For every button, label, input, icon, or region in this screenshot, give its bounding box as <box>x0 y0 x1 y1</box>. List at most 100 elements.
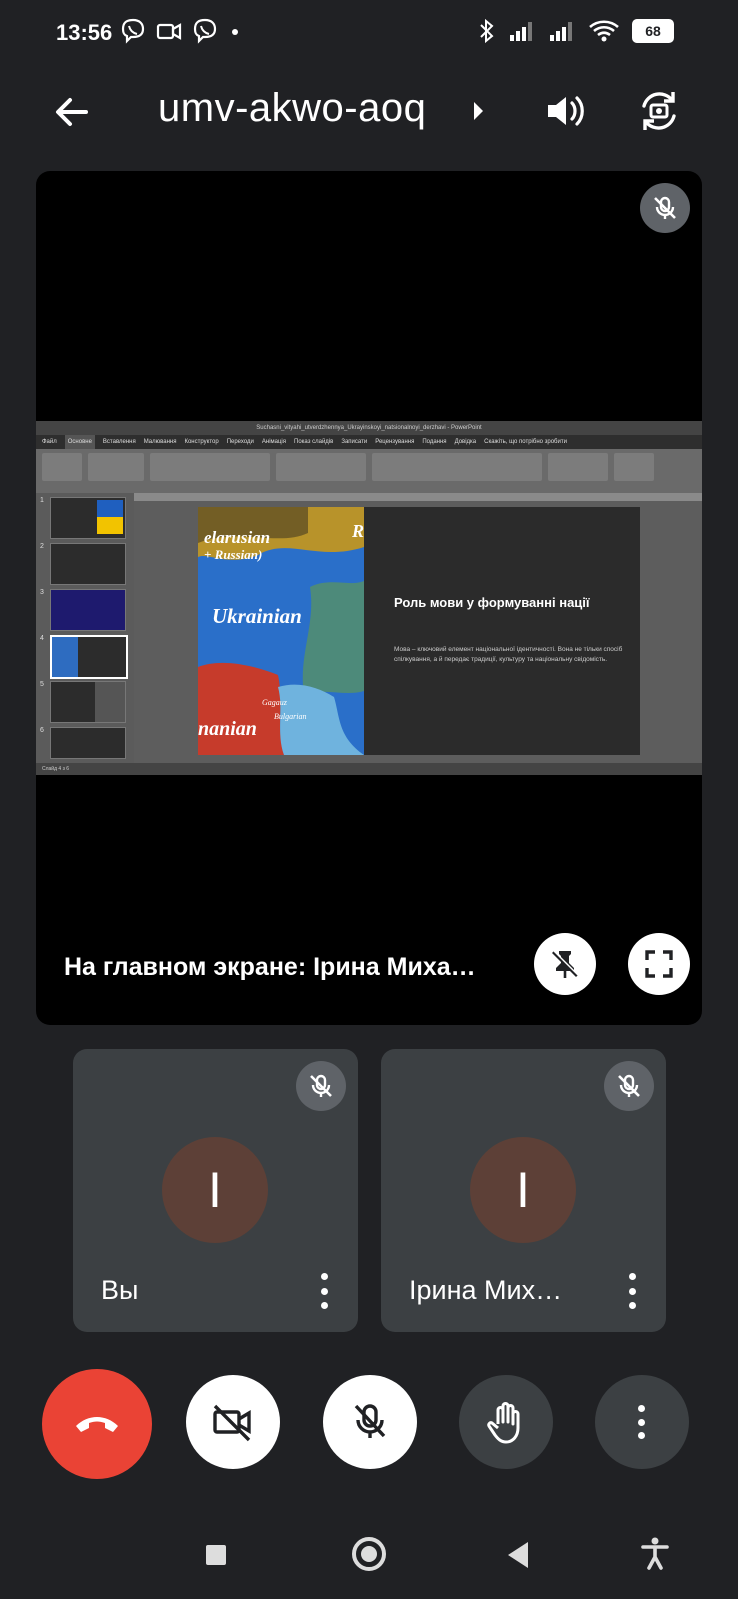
dot-icon <box>232 29 238 35</box>
thumb-number: 3 <box>40 589 44 596</box>
phone-end-icon <box>76 1417 118 1432</box>
ribbon-group <box>88 453 144 481</box>
ppt-slide-thumbnails: 1 2 3 4 5 6 <box>36 493 134 763</box>
mic-toggle-button[interactable] <box>323 1375 417 1469</box>
ppt-tab: Вставлення <box>102 439 136 445</box>
ppt-tab: Довідка <box>454 439 477 445</box>
main-stage[interactable]: Suchasni_vityahi_utverdzhennya_Ukrayinsk… <box>36 171 702 1025</box>
participant-tile-iryna[interactable]: I Ірина Мих… <box>381 1049 666 1332</box>
slide-thumbnail-active <box>50 635 128 679</box>
thumb-map <box>52 637 78 677</box>
system-nav-bar <box>0 1520 738 1599</box>
avatar: I <box>470 1137 576 1243</box>
viber-icon <box>193 18 217 44</box>
shared-screen: Suchasni_vityahi_utverdzhennya_Ukrayinsk… <box>36 421 702 775</box>
back-icon[interactable] <box>508 1542 528 1568</box>
avatar: I <box>162 1137 268 1243</box>
ribbon-group <box>150 453 270 481</box>
mic-muted-indicator <box>604 1061 654 1111</box>
slide-title: Роль мови у формуванні нації <box>394 595 590 610</box>
ribbon-group <box>276 453 366 481</box>
status-system-icons: 68 <box>478 18 674 44</box>
map-label: + Russian) <box>204 547 262 562</box>
ppt-tab: Переходи <box>226 439 254 445</box>
more-vert-icon <box>638 1405 646 1439</box>
viber-icon <box>121 18 145 44</box>
battery-icon: 68 <box>632 19 674 43</box>
map-label: R <box>351 521 364 541</box>
more-vert-icon[interactable] <box>314 1273 334 1309</box>
meeting-top-bar: umv-akwo-aoq <box>0 70 738 154</box>
mic-muted-indicator <box>296 1061 346 1111</box>
ppt-tab: Рецензування <box>375 439 415 445</box>
slide-thumbnail <box>50 727 126 759</box>
ppt-status-bar: Слайд 4 з 6 <box>36 763 702 775</box>
thumb-number: 4 <box>40 635 44 642</box>
arrow-left-icon[interactable] <box>50 90 94 134</box>
slide-thumbnail <box>50 497 126 539</box>
ppt-tab: Подання <box>422 439 447 445</box>
ppt-window-title: Suchasni_vityahi_utverdzhennya_Ukrayinsk… <box>36 421 702 435</box>
camera-off-icon <box>213 1404 251 1442</box>
slide-thumbnail <box>50 543 126 585</box>
map-label: Gagauz <box>262 698 288 707</box>
map-label: elarusian <box>204 528 270 547</box>
ppt-ruler <box>134 493 702 501</box>
wifi-icon <box>589 20 619 42</box>
map-label: nanian <box>198 718 257 740</box>
ribbon-group <box>614 453 654 481</box>
participant-tile-you[interactable]: I Вы <box>73 1049 358 1332</box>
camera-toggle-button[interactable] <box>186 1375 280 1469</box>
thumb-number: 6 <box>40 727 44 734</box>
ppt-tab: Конструктор <box>184 439 219 445</box>
ppt-tab: Записати <box>341 439 368 445</box>
bluetooth-icon <box>480 18 494 44</box>
volume-icon[interactable] <box>540 86 590 136</box>
fullscreen-icon <box>645 950 673 978</box>
home-icon[interactable] <box>352 1537 386 1571</box>
ppt-ribbon-tabs: Файл Основне Вставлення Малювання Констр… <box>36 435 702 449</box>
raise-hand-icon <box>487 1402 520 1444</box>
accessibility-icon[interactable] <box>640 1536 670 1570</box>
current-slide: elarusian + Russian) Ukrainian nanian Ga… <box>198 507 640 755</box>
ppt-tab: Основне <box>64 435 95 449</box>
raise-hand-button[interactable] <box>459 1375 553 1469</box>
mic-off-icon <box>310 1074 332 1097</box>
language-map-image: elarusian + Russian) Ukrainian nanian Ga… <box>198 507 364 755</box>
ribbon-group <box>372 453 542 481</box>
ppt-tab: Скажіть, що потрібно зробити <box>484 439 567 445</box>
slide-body-text: Мова – ключовий елемент національної іде… <box>394 646 623 663</box>
ribbon-group <box>548 453 608 481</box>
more-vert-icon[interactable] <box>622 1273 642 1309</box>
thumb-image <box>95 682 125 722</box>
thumb-number: 5 <box>40 681 44 688</box>
slide-thumbnail <box>50 589 126 631</box>
camera-switch-icon[interactable] <box>634 86 684 136</box>
thumb-number: 2 <box>40 543 44 550</box>
fullscreen-button[interactable] <box>628 933 690 995</box>
ribbon-group <box>42 453 82 481</box>
unpin-button[interactable] <box>534 933 596 995</box>
ppt-slide-canvas: elarusian + Russian) Ukrainian nanian Ga… <box>134 493 702 763</box>
signal-icon <box>550 22 572 41</box>
participant-name: Ірина Мих… <box>409 1275 563 1305</box>
flag-yellow <box>97 517 123 534</box>
slide-thumbnail <box>50 681 126 723</box>
ppt-ribbon <box>36 449 702 493</box>
ppt-tab: Малювання <box>143 439 177 445</box>
presenting-label: На главном экране: Ірина Миха… <box>64 953 476 981</box>
caret-right-icon[interactable] <box>474 102 483 120</box>
ppt-tab: Анімація <box>261 439 287 445</box>
flag-blue <box>97 500 123 517</box>
status-time: 13:56 <box>56 20 113 45</box>
signal-icon <box>510 22 532 41</box>
more-options-button[interactable] <box>595 1375 689 1469</box>
meeting-code[interactable]: umv-akwo-aoq <box>158 86 426 131</box>
end-call-button[interactable] <box>42 1369 152 1479</box>
recent-apps-icon[interactable] <box>206 1545 226 1565</box>
video-call-icon <box>156 23 182 40</box>
ppt-tab: Показ слайдів <box>294 439 334 445</box>
status-bar: 13:56 68 <box>0 0 738 70</box>
map-label: Bulgarian <box>274 712 306 721</box>
mic-off-icon <box>354 1404 386 1438</box>
